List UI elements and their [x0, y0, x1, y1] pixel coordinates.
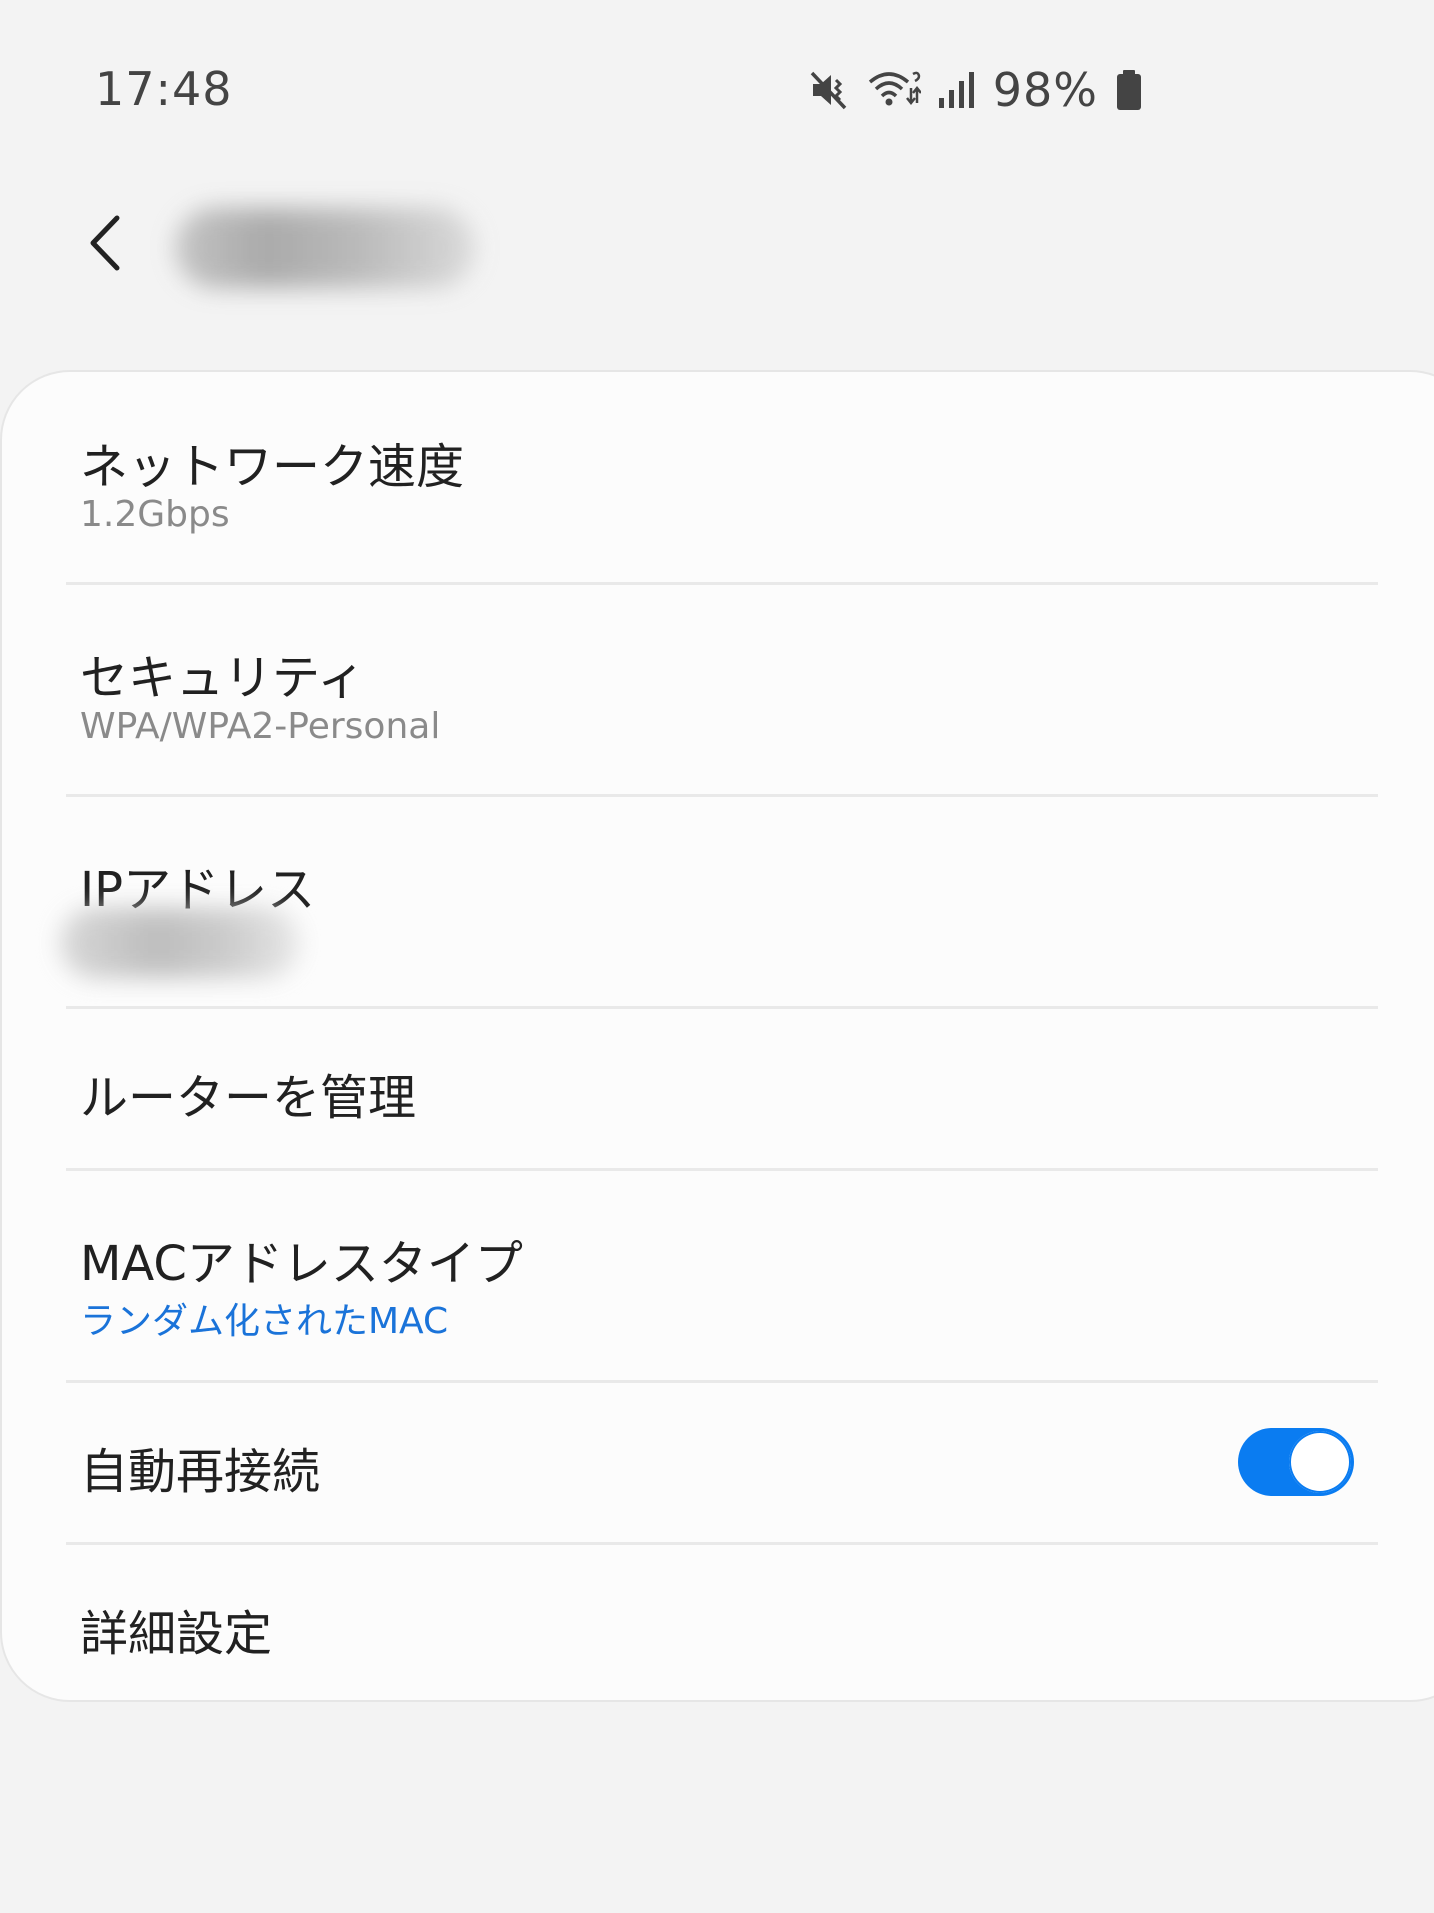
wifi-activity-icon — [867, 68, 921, 112]
chevron-left-icon — [83, 213, 127, 277]
back-button[interactable] — [70, 205, 140, 285]
network-speed-row: ネットワーク速度 1.2Gbps — [66, 372, 1378, 582]
security-title: セキュリティ — [80, 650, 366, 706]
mute-vibrate-icon — [807, 68, 851, 112]
battery-icon — [1114, 68, 1144, 112]
toggle-knob — [1289, 1431, 1351, 1493]
cellular-signal-icon — [937, 68, 977, 112]
mac-address-type-value: ランダム化されたMAC — [80, 1301, 449, 1342]
advanced-settings-row[interactable]: 詳細設定 — [66, 1544, 1378, 1702]
auto-reconnect-toggle[interactable] — [1238, 1428, 1354, 1496]
security-value: WPA/WPA2-Personal — [80, 706, 441, 747]
security-row: セキュリティ WPA/WPA2-Personal — [66, 584, 1378, 794]
network-name-redacted — [175, 208, 475, 288]
auto-reconnect-title: 自動再接続 — [80, 1444, 321, 1500]
wifi-details-card: ネットワーク速度 1.2Gbps セキュリティ WPA/WPA2-Persona… — [0, 370, 1434, 1702]
ip-address-row: IPアドレス — [60, 796, 1378, 1006]
network-speed-title: ネットワーク速度 — [80, 439, 465, 495]
advanced-settings-title: 詳細設定 — [80, 1606, 273, 1662]
battery-percent: 98% — [992, 63, 1098, 117]
ip-address-value-redacted — [60, 908, 300, 978]
mac-address-type-row[interactable]: MACアドレスタイプ ランダム化されたMAC — [66, 1170, 1378, 1380]
app-bar — [0, 190, 1434, 300]
manage-router-title: ルーターを管理 — [80, 1070, 417, 1126]
network-speed-value: 1.2Gbps — [80, 494, 230, 535]
manage-router-row[interactable]: ルーターを管理 — [66, 1008, 1378, 1168]
status-bar: 17:48 98% — [0, 0, 1434, 180]
status-icons: 98% — [807, 62, 1144, 118]
mac-address-type-title: MACアドレスタイプ — [80, 1236, 523, 1292]
auto-reconnect-row[interactable]: 自動再接続 — [66, 1382, 1378, 1542]
status-time: 17:48 — [95, 62, 233, 116]
